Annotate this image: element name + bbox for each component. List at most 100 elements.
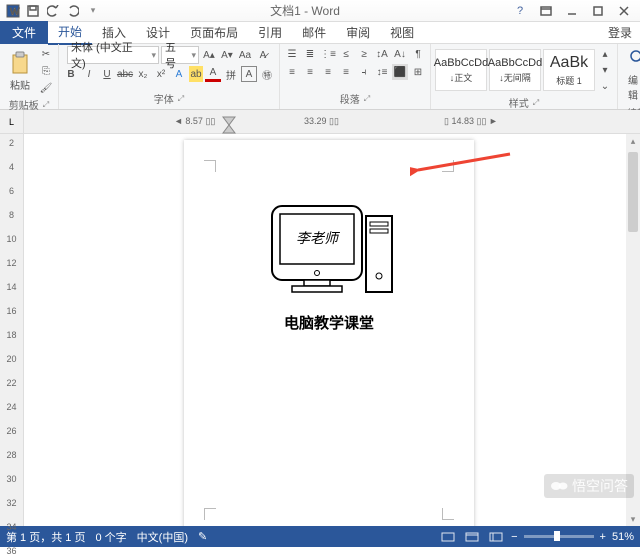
- show-marks-icon[interactable]: ¶: [410, 46, 426, 62]
- styles-scroll-up-icon[interactable]: ▴: [597, 46, 613, 62]
- group-clipboard: 粘贴 ✂ ⎘ 🖌 剪贴板⤢: [0, 44, 59, 109]
- enclose-icon[interactable]: ㊕: [259, 66, 275, 82]
- group-styles: AaBbCcDd ↓正文 AaBbCcDd ↓无间隔 AaBk 标题 1 ▴ ▾…: [431, 44, 618, 109]
- grow-font-icon[interactable]: A▴: [201, 47, 217, 63]
- tab-selector[interactable]: L: [0, 110, 24, 134]
- help-icon[interactable]: ?: [508, 2, 532, 20]
- svg-text:W: W: [10, 7, 20, 18]
- tab-review[interactable]: 审阅: [336, 21, 380, 44]
- word-app-icon[interactable]: W: [4, 2, 22, 20]
- scroll-thumb[interactable]: [628, 152, 638, 232]
- login-link[interactable]: 登录: [600, 21, 640, 44]
- font-dialog-icon[interactable]: ⤢: [178, 94, 184, 104]
- paragraph-label: 段落: [340, 91, 360, 106]
- ribbon: 粘贴 ✂ ⎘ 🖌 剪贴板⤢ 宋体 (中文正文) 五号 A▴ A▾ Aa A̷ B…: [0, 44, 640, 110]
- paste-button[interactable]: 粘贴: [4, 49, 36, 94]
- tab-references[interactable]: 引用: [248, 21, 292, 44]
- phonetic-icon[interactable]: 拼: [223, 66, 239, 82]
- styles-scroll-down-icon[interactable]: ▾: [597, 62, 613, 78]
- font-label: 字体: [154, 91, 174, 106]
- zoom-value[interactable]: 51%: [612, 531, 634, 543]
- distribute-icon[interactable]: ⫞: [356, 64, 372, 80]
- styles-expand-icon[interactable]: ⌄: [597, 78, 613, 94]
- style-nospacing[interactable]: AaBbCcDd ↓无间隔: [489, 49, 541, 91]
- change-case-icon[interactable]: Aa: [237, 47, 253, 63]
- zoom-in-icon[interactable]: +: [600, 531, 606, 543]
- char-border-icon[interactable]: A: [241, 66, 257, 82]
- tab-view[interactable]: 视图: [380, 21, 424, 44]
- window-controls: ?: [504, 2, 640, 20]
- tab-file[interactable]: 文件: [0, 21, 48, 44]
- svg-text:李老师: 李老师: [296, 231, 341, 247]
- clear-format-icon[interactable]: A̷: [255, 47, 271, 63]
- editing-button[interactable]: 编辑: [622, 46, 640, 104]
- window-title: 文档1 - Word: [106, 2, 504, 19]
- style-heading1[interactable]: AaBk 标题 1: [543, 49, 595, 91]
- save-icon[interactable]: [24, 2, 42, 20]
- undo-icon[interactable]: [44, 2, 62, 20]
- justify-icon[interactable]: ≡: [338, 64, 354, 80]
- clipboard-dialog-icon[interactable]: ⤢: [43, 100, 49, 110]
- shading-icon[interactable]: ⬛: [392, 64, 408, 80]
- page: 李老师 电脑教学课堂: [184, 140, 474, 526]
- styles-label: 样式: [509, 95, 529, 110]
- align-center-icon[interactable]: ≡: [302, 64, 318, 80]
- group-editing: 编辑 编辑: [618, 44, 640, 109]
- sort-icon[interactable]: A↓: [392, 46, 408, 62]
- status-language[interactable]: 中文(中国): [137, 529, 188, 545]
- borders-icon[interactable]: ⊞: [410, 64, 426, 80]
- paragraph-dialog-icon[interactable]: ⤢: [364, 94, 370, 104]
- redo-icon[interactable]: [64, 2, 82, 20]
- ruler-horizontal[interactable]: ◄ 8.57 ▯▯ 33.29 ▯▯ ▯ 14.83 ▯▯ ►: [24, 110, 640, 134]
- computer-clipart: 李老师: [254, 196, 404, 306]
- tab-mailings[interactable]: 邮件: [292, 21, 336, 44]
- scroll-up-icon[interactable]: ▴: [626, 134, 640, 148]
- insert-mode-icon[interactable]: ✎: [198, 530, 207, 543]
- scroll-down-icon[interactable]: ▾: [626, 512, 640, 526]
- increase-indent-icon[interactable]: ≥: [356, 46, 372, 62]
- scrollbar-vertical[interactable]: ▴ ▾: [626, 134, 640, 526]
- view-read-icon[interactable]: [439, 530, 457, 544]
- watermark: 悟空问答: [544, 474, 634, 498]
- text-direction-icon[interactable]: ↕A: [374, 46, 390, 62]
- ruler-vertical[interactable]: 24681012141618202224262830323436: [0, 134, 24, 526]
- format-painter-icon[interactable]: 🖌: [38, 80, 54, 96]
- zoom-slider[interactable]: [524, 535, 594, 538]
- style-normal[interactable]: AaBbCcDd ↓正文: [435, 49, 487, 91]
- maximize-icon[interactable]: [586, 2, 610, 20]
- align-left-icon[interactable]: ≡: [284, 64, 300, 80]
- qat-customize-icon[interactable]: ▾: [84, 2, 102, 20]
- document-canvas[interactable]: 李老师 电脑教学课堂 ▴ ▾: [24, 134, 640, 526]
- tab-layout[interactable]: 页面布局: [180, 21, 248, 44]
- workspace: 24681012141618202224262830323436 李老师: [0, 134, 640, 526]
- styles-dialog-icon[interactable]: ⤢: [533, 98, 539, 108]
- quick-access-toolbar: W ▾: [0, 2, 106, 20]
- close-icon[interactable]: [612, 2, 636, 20]
- font-size-combo[interactable]: 五号: [161, 46, 199, 64]
- shrink-font-icon[interactable]: A▾: [219, 47, 235, 63]
- status-words[interactable]: 0 个字: [95, 529, 126, 545]
- multilevel-icon[interactable]: ⋮≡: [320, 46, 336, 62]
- highlight-icon[interactable]: ab: [189, 66, 203, 82]
- group-paragraph: ☰ ≣ ⋮≡ ≤ ≥ ↕A A↓ ¶ ≡ ≡ ≡ ≡ ⫞ ↕≡ ⬛ ⊞ 段落 ⤢: [280, 44, 431, 109]
- ribbon-options-icon[interactable]: [534, 2, 558, 20]
- cut-icon[interactable]: ✂: [38, 46, 54, 62]
- minimize-icon[interactable]: [560, 2, 584, 20]
- status-page[interactable]: 第 1 页，共 1 页: [6, 529, 85, 545]
- ruler-horizontal-area: L ◄ 8.57 ▯▯ 33.29 ▯▯ ▯ 14.83 ▯▯ ►: [0, 110, 640, 134]
- paste-label: 粘贴: [10, 77, 30, 92]
- titlebar: W ▾ 文档1 - Word ?: [0, 0, 640, 22]
- font-color-icon[interactable]: A: [205, 66, 221, 82]
- view-print-icon[interactable]: [463, 530, 481, 544]
- align-right-icon[interactable]: ≡: [320, 64, 336, 80]
- decrease-indent-icon[interactable]: ≤: [338, 46, 354, 62]
- bullets-icon[interactable]: ☰: [284, 46, 300, 62]
- font-name-combo[interactable]: 宋体 (中文正文): [67, 46, 159, 64]
- group-font: 宋体 (中文正文) 五号 A▴ A▾ Aa A̷ B I U abc x₂ x²…: [59, 44, 280, 109]
- numbering-icon[interactable]: ≣: [302, 46, 318, 62]
- copy-icon[interactable]: ⎘: [38, 63, 54, 79]
- view-web-icon[interactable]: [487, 530, 505, 544]
- zoom-out-icon[interactable]: −: [511, 531, 517, 543]
- line-spacing-icon[interactable]: ↕≡: [374, 64, 390, 80]
- statusbar: 第 1 页，共 1 页 0 个字 中文(中国) ✎ − + 51%: [0, 526, 640, 547]
